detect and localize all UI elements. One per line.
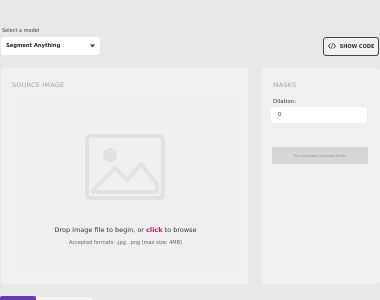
- source-image-title: SOURCE IMAGE: [12, 81, 65, 89]
- model-select-label: Select a model: [2, 28, 40, 34]
- masks-panel: MASKS Dilation: 0 Run Segment Anything M…: [262, 68, 380, 284]
- code-icon: [327, 42, 336, 51]
- show-code-label: SHOW CODE: [339, 43, 375, 50]
- source-image-panel: SOURCE IMAGE Drop image file to begin, o…: [1, 68, 248, 284]
- accepted-formats: Accepted formats: .jpg, .png (max size: …: [69, 240, 182, 246]
- drop-suffix: to browse: [162, 226, 197, 234]
- drop-prefix: Drop image file to begin, or: [54, 226, 147, 234]
- run-model-button[interactable]: Run Segment Anything Model: [272, 147, 368, 164]
- chevron-down-icon: [89, 43, 95, 49]
- image-dropzone[interactable]: Drop image file to begin, or click to br…: [13, 98, 238, 274]
- image-icon: [85, 134, 165, 200]
- masks-title: MASKS: [273, 81, 297, 89]
- bottom-tab-active[interactable]: [0, 296, 36, 300]
- model-select-value: Segment Anything: [6, 43, 61, 49]
- drop-instructions: Drop image file to begin, or click to br…: [13, 226, 238, 234]
- dilation-input[interactable]: 0: [271, 107, 367, 123]
- browse-link[interactable]: click: [146, 226, 163, 234]
- dilation-label: Dilation:: [273, 99, 297, 105]
- model-select[interactable]: Segment Anything: [1, 37, 100, 55]
- show-code-button[interactable]: SHOW CODE: [323, 37, 379, 56]
